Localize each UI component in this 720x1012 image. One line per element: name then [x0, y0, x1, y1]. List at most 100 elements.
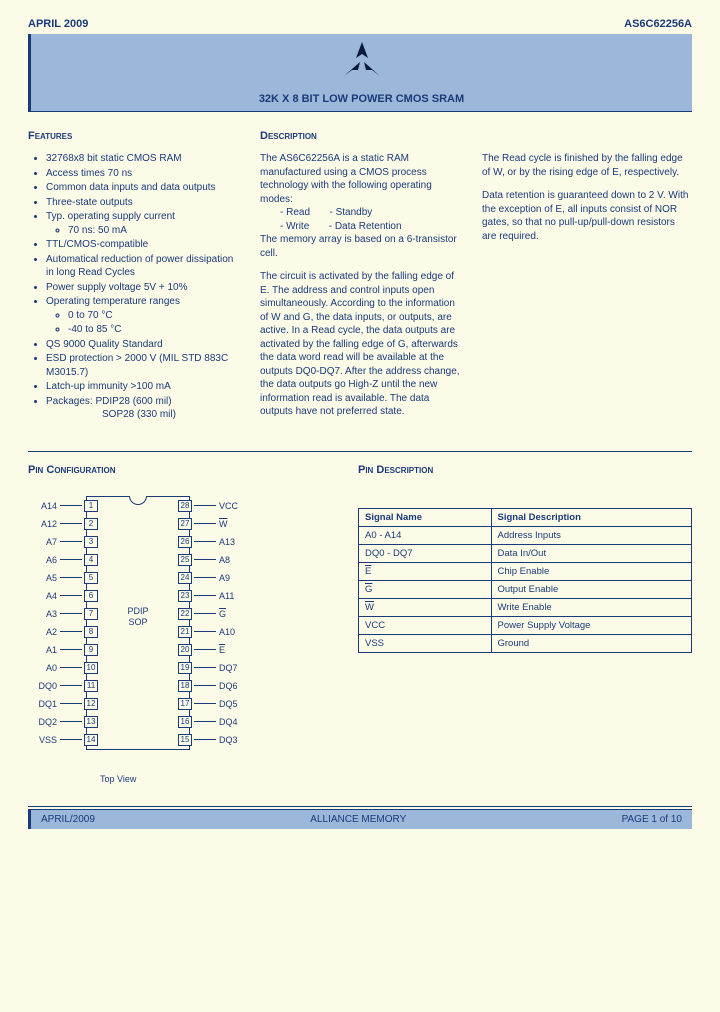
pin-number: 15	[178, 734, 192, 746]
document-title: 32K X 8 BIT LOW POWER CMOS SRAM	[31, 93, 692, 105]
feature-sub-item: 0 to 70 °C	[68, 309, 238, 323]
features-heading: Features	[28, 130, 238, 142]
feature-pkg2: SOP28 (330 mil)	[46, 409, 176, 420]
pin-lead-icon	[60, 559, 82, 560]
pin-lead-icon	[194, 541, 216, 542]
feature-item: Latch-up immunity >100 mA	[46, 380, 238, 394]
top-view-label: Top View	[100, 774, 136, 784]
signal-desc-cell: Ground	[491, 634, 692, 652]
table-row: EChip Enable	[359, 562, 692, 580]
pin-number: 23	[178, 590, 192, 602]
table-row: VCCPower Supply Voltage	[359, 616, 692, 634]
pin-lead-icon	[194, 577, 216, 578]
pin-name: DQ4	[216, 717, 248, 727]
desc-paragraph: Data retention is guaranteed down to 2 V…	[482, 189, 692, 243]
pin-number: 5	[84, 572, 98, 584]
pin-row: VCC 28	[138, 500, 248, 512]
datasheet-page: APRIL 2009 AS6C62256A 32K X 8 BIT LOW PO…	[0, 0, 720, 839]
footer-divider	[28, 806, 692, 807]
feature-sub-item: -40 to 85 °C	[68, 323, 238, 337]
pin-row: DQ618	[138, 680, 248, 692]
pin-lead-icon	[194, 721, 216, 722]
feature-item: Power supply voltage 5V + 10%	[46, 281, 238, 295]
footer-page: PAGE 1 of 10	[622, 814, 682, 825]
pin-name: DQ3	[216, 735, 248, 745]
pin-row: G22	[138, 608, 248, 620]
pin-lead-icon	[60, 721, 82, 722]
signal-name-cell: G	[359, 580, 492, 598]
pin-row: DQ719	[138, 662, 248, 674]
feature-item: Access times 70 ns	[46, 167, 238, 181]
pin-configuration-section: Pin Configuration PDIP SOP A141A122A73A6…	[28, 464, 318, 770]
pin-row: A28	[28, 626, 138, 638]
pin-row: A5 5	[28, 572, 138, 584]
pin-lead-icon	[60, 649, 82, 650]
pin-lead-icon	[60, 667, 82, 668]
pin-lead-icon	[194, 595, 216, 596]
footer-date: APRIL/2009	[41, 814, 95, 825]
pin-number: 10	[84, 662, 98, 674]
pin-name: W	[216, 519, 248, 529]
pin-number: 22	[178, 608, 192, 620]
pin-lead-icon	[60, 595, 82, 596]
pin-description-section: Pin Description Signal Name Signal Descr…	[358, 464, 692, 770]
features-list: 32768x8 bit static CMOS RAM Access times…	[28, 152, 238, 422]
signal-desc-cell: Data In/Out	[491, 544, 692, 562]
pin-name: A4	[28, 591, 60, 601]
pin-number: 9	[84, 644, 98, 656]
pin-number: 14	[84, 734, 98, 746]
pin-number: 20	[178, 644, 192, 656]
pin-name: A8	[216, 555, 248, 565]
pin-row: E 20	[138, 644, 248, 656]
pin-lead-icon	[194, 703, 216, 704]
pin-name: A13	[216, 537, 248, 547]
pin-number: 16	[178, 716, 192, 728]
pin-name: A5	[28, 573, 60, 583]
pin-number: 26	[178, 536, 192, 548]
pin-name: A2	[28, 627, 60, 637]
signal-name-cell: DQ0 - DQ7	[359, 544, 492, 562]
pin-number: 28	[178, 500, 192, 512]
signal-name-cell: VSS	[359, 634, 492, 652]
description-column-1: Description The AS6C62256A is a static R…	[260, 130, 460, 429]
pin-row: A1021	[138, 626, 248, 638]
pin-row: DQ517	[138, 698, 248, 710]
feature-item: Typ. operating supply current 70 ns: 50 …	[46, 210, 238, 237]
pin-row: A73	[28, 536, 138, 548]
pin-number: 7	[84, 608, 98, 620]
pin-lead-icon	[60, 505, 82, 506]
feature-item: Automatical reduction of power dissipati…	[46, 253, 238, 280]
pin-name: DQ1	[28, 699, 60, 709]
pin-number: 12	[84, 698, 98, 710]
pin-lead-icon	[60, 739, 82, 740]
pin-number: 3	[84, 536, 98, 548]
feature-sub-item: 70 ns: 50 mA	[68, 224, 238, 238]
features-column: Features 32768x8 bit static CMOS RAM Acc…	[28, 130, 238, 429]
desc-paragraph: The circuit is activated by the falling …	[260, 270, 460, 419]
feature-item: QS 9000 Quality Standard	[46, 338, 238, 352]
pin-name: A14	[28, 501, 60, 511]
pin-row: A924	[138, 572, 248, 584]
pin-name: A12	[28, 519, 60, 529]
feature-item: Common data inputs and data outputs	[46, 181, 238, 195]
company-logo-icon	[340, 40, 384, 85]
pin-row: A46	[28, 590, 138, 602]
pin-lead-icon	[194, 649, 216, 650]
pin-number: 11	[84, 680, 98, 692]
pin-row: DQ4 16	[138, 716, 248, 728]
pin-name: E	[216, 645, 248, 655]
feature-item: ESD protection > 2000 V (MIL STD 883C M3…	[46, 352, 238, 379]
pin-lead-icon	[194, 523, 216, 524]
signal-name-cell: VCC	[359, 616, 492, 634]
signal-desc-cell: Power Supply Voltage	[491, 616, 692, 634]
feature-item: Packages: PDIP28 (600 mil) SOP28 (330 mi…	[46, 395, 238, 422]
desc-paragraph: The AS6C62256A is a static RAM manufactu…	[260, 152, 460, 260]
signal-desc-cell: Output Enable	[491, 580, 692, 598]
pin-row: A141	[28, 500, 138, 512]
pin-row: A19	[28, 644, 138, 656]
description-heading: Description	[260, 130, 460, 142]
title-banner: 32K X 8 BIT LOW POWER CMOS SRAM	[28, 34, 692, 112]
table-row: A0 - A14Address Inputs	[359, 526, 692, 544]
table-header: Signal Name	[359, 508, 492, 526]
pin-name: VCC	[216, 501, 248, 511]
